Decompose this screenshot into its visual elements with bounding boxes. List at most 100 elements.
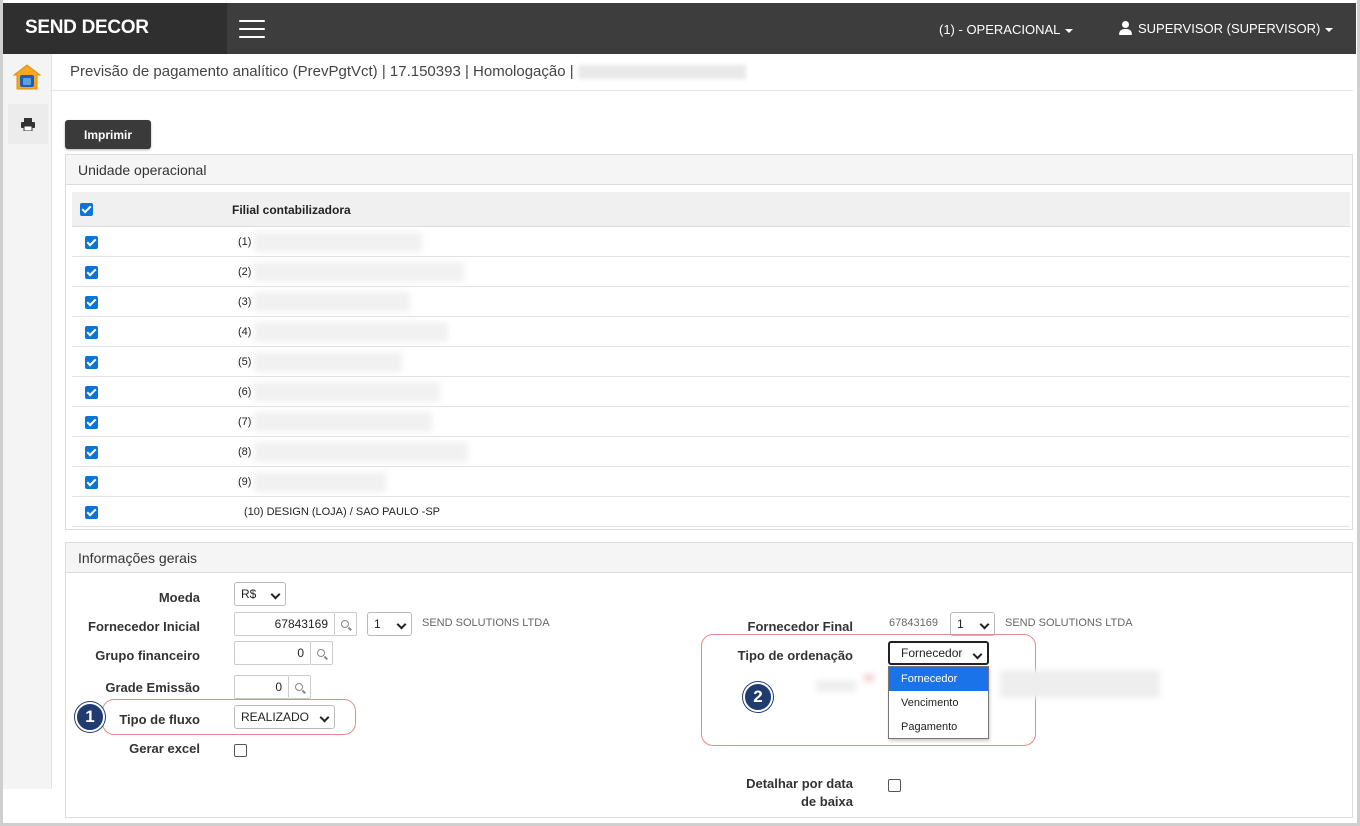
menu-toggle-icon[interactable] [239, 20, 265, 38]
row-checkbox[interactable] [85, 356, 98, 369]
table-row: (9) [72, 467, 1350, 497]
user-icon [1119, 21, 1132, 35]
detalhar-label-line2: de baixa [800, 794, 853, 809]
fornecedor-final-label: Fornecedor Final [747, 619, 853, 634]
grupo-financeiro-input[interactable]: 0 [234, 641, 311, 665]
tipo-fluxo-select[interactable]: REALIZADO [234, 705, 335, 729]
tipo-ordenacao-value: Fornecedor [901, 646, 963, 660]
row-checkbox[interactable] [85, 386, 98, 399]
table-row: (6) [72, 377, 1350, 407]
fornecedor-inicial-seq-select[interactable]: 1 [367, 612, 412, 636]
row-checkbox[interactable] [85, 416, 98, 429]
table-header: Filial contabilizadora [72, 192, 1350, 227]
moeda-select[interactable]: R$ [234, 582, 286, 606]
redacted-environment [577, 65, 746, 80]
table-row: (5) [72, 347, 1350, 377]
search-icon[interactable] [335, 612, 357, 636]
row-label: (7) [238, 416, 252, 428]
table-row: (2) [72, 257, 1350, 287]
operation-dropdown[interactable]: (1) - OPERACIONAL [939, 22, 1074, 37]
redacted-label [816, 680, 856, 692]
brand-logo[interactable]: SEND DECOR [3, 3, 227, 54]
tipo-fluxo-value: REALIZADO [241, 710, 310, 724]
tipo-ordenacao-select[interactable]: Fornecedor [888, 641, 989, 665]
units-panel: Unidade operacional Filial contabilizado… [65, 154, 1353, 530]
table-row: (7) [72, 407, 1350, 437]
print-button[interactable]: Imprimir [65, 120, 151, 149]
row-checkbox[interactable] [85, 476, 98, 489]
caret-down-icon [1065, 28, 1074, 33]
row-checkbox[interactable] [85, 236, 98, 249]
column-header-filial: Filial contabilizadora [232, 203, 351, 217]
user-label: SUPERVISOR (SUPERVISOR) [1138, 21, 1321, 36]
redacted-text [254, 352, 402, 372]
chevron-down-icon [319, 712, 330, 723]
gerar-excel-label: Gerar excel [129, 741, 200, 756]
fornecedor-inicial-input[interactable]: 67843169 [234, 612, 335, 636]
detalhar-checkbox[interactable] [888, 779, 901, 792]
row-label: (6) [238, 386, 252, 398]
grade-emissao-input[interactable]: 0 [234, 675, 289, 699]
table-row: (10) DESIGN (LOJA) / SAO PAULO -SP [72, 497, 1350, 527]
top-navbar: SEND DECOR (1) - OPERACIONAL SUPERVISOR … [3, 3, 1356, 54]
option-pagamento[interactable]: Pagamento [889, 715, 988, 739]
fornecedor-final-seq-select[interactable]: 1 [950, 612, 995, 636]
row-checkbox[interactable] [85, 296, 98, 309]
gerar-excel-checkbox[interactable] [234, 744, 247, 757]
row-checkbox[interactable] [85, 446, 98, 459]
row-label: (2) [238, 266, 252, 278]
redacted-text [254, 232, 422, 252]
row-checkbox[interactable] [85, 266, 98, 279]
row-checkbox[interactable] [85, 326, 98, 339]
left-sidebar [3, 54, 52, 789]
row-label: (9) [238, 476, 252, 488]
home-icon[interactable] [11, 62, 43, 94]
row-checkbox[interactable] [85, 506, 98, 519]
caret-down-icon [1325, 27, 1334, 32]
redacted-text [254, 412, 432, 432]
step-marker-2: 2 [743, 682, 773, 712]
search-icon[interactable] [289, 675, 311, 699]
row-label: (4) [238, 326, 252, 338]
redacted-text [254, 262, 464, 282]
grupo-financeiro-label: Grupo financeiro [95, 648, 200, 663]
chevron-down-icon [979, 619, 990, 630]
option-vencimento[interactable]: Vencimento [889, 691, 988, 715]
tipo-ordenacao-options: Fornecedor Vencimento Pagamento [888, 666, 989, 739]
redacted-text [254, 442, 468, 462]
units-table: Filial contabilizadora (1) (2) (3) (4) (… [72, 192, 1350, 527]
table-row: (3) [72, 287, 1350, 317]
table-row: (1) [72, 227, 1350, 257]
redacted-text [254, 472, 386, 492]
general-info-title: Informações gerais [66, 543, 1352, 573]
seq-value: 1 [374, 617, 381, 631]
tipo-ordenacao-label: Tipo de ordenação [737, 648, 853, 663]
page-title-text: Previsão de pagamento analítico (PrevPgt… [70, 63, 574, 80]
fornecedor-inicial-label: Fornecedor Inicial [88, 619, 200, 634]
row-label: (5) [238, 356, 252, 368]
search-icon[interactable] [311, 641, 333, 665]
print-icon[interactable] [8, 104, 48, 144]
fornecedor-final-code: 67843169 [889, 617, 938, 629]
seq-value: 1 [957, 617, 964, 631]
chevron-down-icon [270, 589, 281, 600]
fornecedor-inicial-name: SEND SOLUTIONS LTDA [422, 617, 550, 629]
row-label: (3) [238, 296, 252, 308]
fornecedor-final-name: SEND SOLUTIONS LTDA [1005, 617, 1133, 629]
chevron-down-icon [396, 619, 407, 630]
row-label: (10) DESIGN (LOJA) / SAO PAULO -SP [244, 506, 441, 518]
chevron-down-icon [972, 649, 983, 660]
select-all-checkbox[interactable] [80, 203, 93, 216]
redacted-text [254, 382, 440, 402]
redacted-field [1000, 670, 1160, 698]
operation-label: (1) - OPERACIONAL [939, 22, 1061, 37]
tipo-fluxo-label: Tipo de fluxo [119, 712, 200, 727]
row-label: (1) [238, 236, 252, 248]
redacted-text [254, 322, 448, 342]
option-fornecedor[interactable]: Fornecedor [889, 667, 988, 691]
user-menu[interactable]: SUPERVISOR (SUPERVISOR) [1119, 21, 1334, 36]
grade-emissao-label: Grade Emissão [105, 680, 200, 695]
redacted-mark [864, 674, 874, 682]
page-title: Previsão de pagamento analítico (PrevPgt… [70, 63, 746, 80]
units-panel-title: Unidade operacional [66, 155, 1352, 185]
